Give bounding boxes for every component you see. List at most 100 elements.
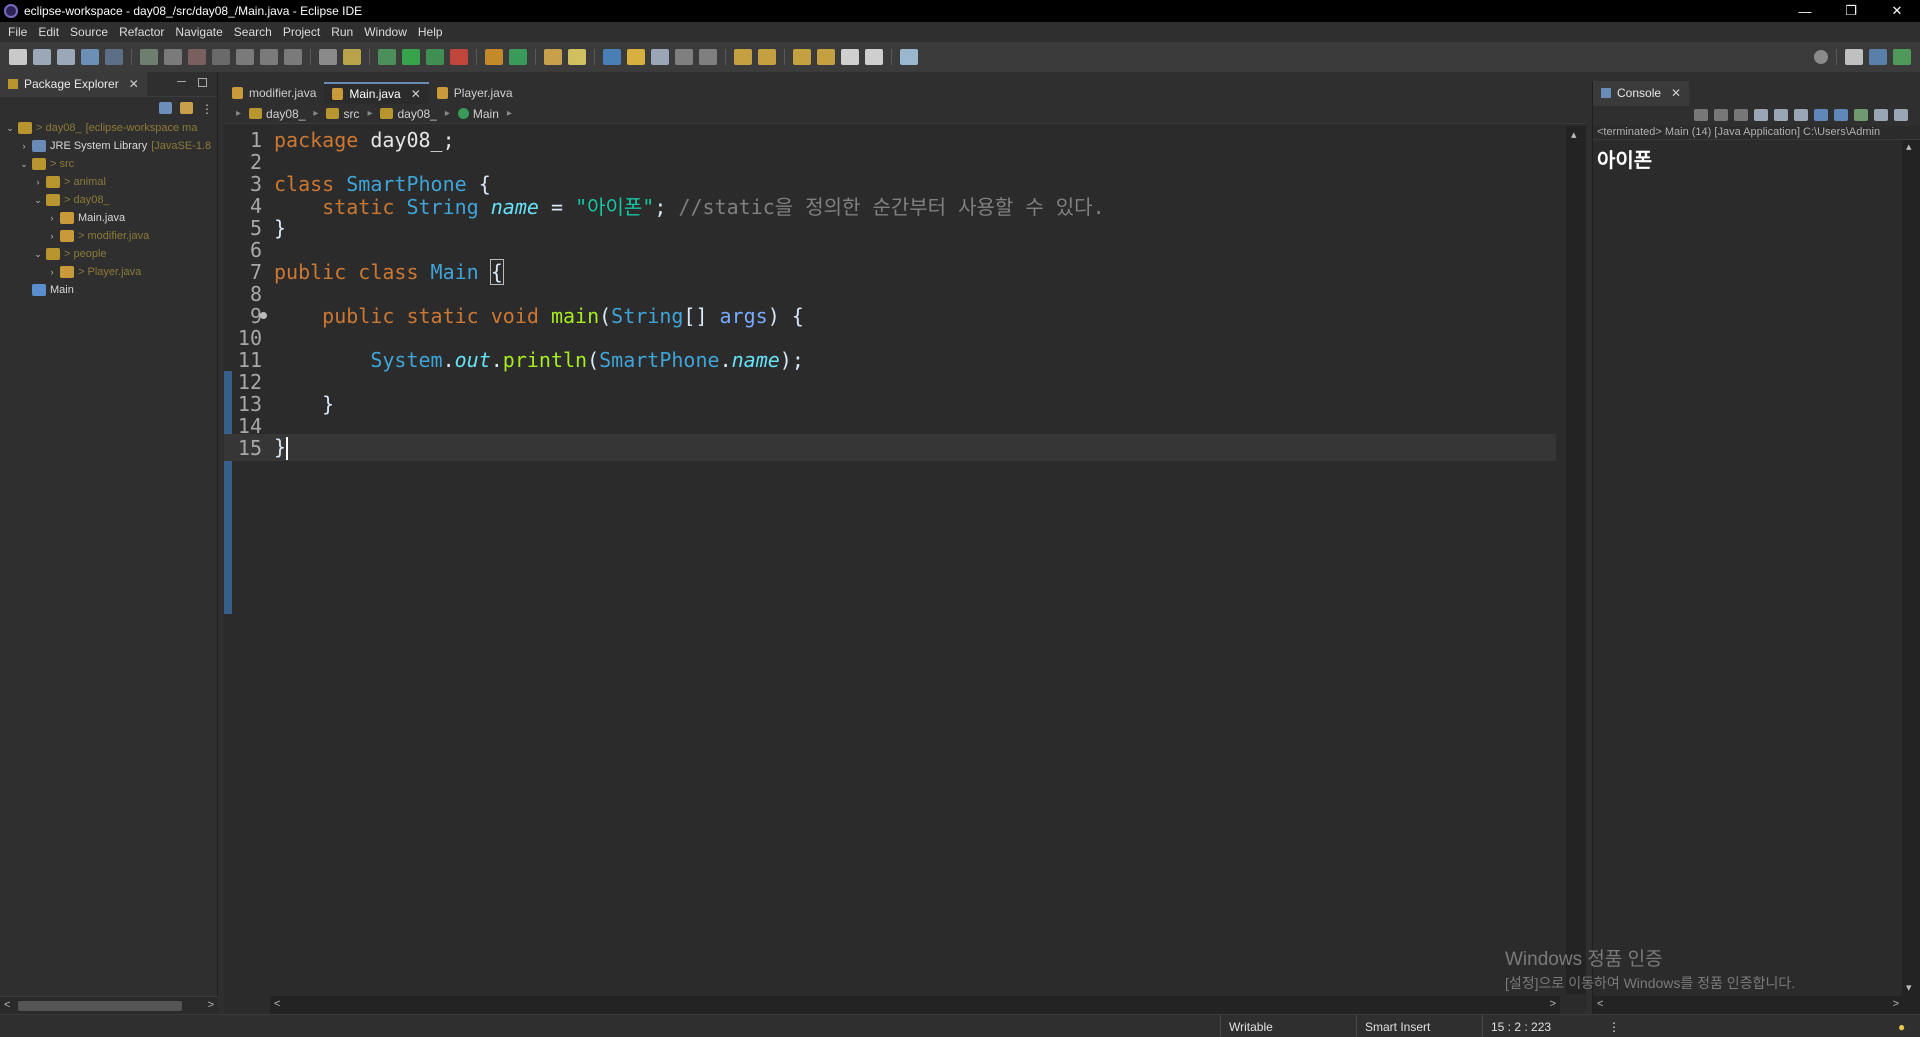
tree-item[interactable]: ⌄ > people	[0, 245, 217, 263]
new-icon[interactable]	[9, 49, 27, 65]
scroll-up-icon[interactable]: ▴	[1906, 140, 1912, 153]
tree-item[interactable]: Main	[0, 281, 217, 299]
last-edit-location-icon[interactable]	[793, 49, 811, 65]
package-explorer-hscrollbar[interactable]: < >	[0, 996, 218, 1014]
breadcrumb-class[interactable]: Main	[457, 107, 499, 121]
open-console-dropdown-icon[interactable]	[1894, 109, 1908, 121]
use-step-filters-icon[interactable]	[343, 49, 361, 65]
menu-help[interactable]: Help	[416, 25, 452, 39]
pin-editor-icon[interactable]	[900, 49, 918, 65]
status-menu-icon[interactable]: ⋮	[1600, 1015, 1620, 1037]
link-with-editor-icon[interactable]	[180, 102, 193, 114]
menu-window[interactable]: Window	[362, 25, 416, 39]
collapse-all-icon[interactable]	[159, 102, 172, 114]
expand-chevron-icon[interactable]: ⌄	[32, 249, 44, 260]
tab-player-java[interactable]: Player.java	[429, 82, 521, 104]
tree-item[interactable]: › > animal	[0, 173, 217, 191]
expand-chevron-icon[interactable]: ⌄	[4, 123, 16, 134]
debug-perspective-icon[interactable]	[1893, 49, 1911, 65]
tab-main-java[interactable]: Main.java ✕	[324, 82, 429, 104]
scroll-lock-icon[interactable]	[1774, 109, 1788, 121]
close-icon[interactable]: ✕	[411, 87, 421, 101]
step-return-icon[interactable]	[284, 49, 302, 65]
close-icon[interactable]: ✕	[129, 77, 139, 91]
new-class-icon[interactable]	[509, 49, 527, 65]
pin-console-icon[interactable]	[1854, 109, 1868, 121]
scroll-left-icon[interactable]: <	[4, 999, 10, 1011]
editor-vscrollbar[interactable]: ▴	[1566, 126, 1586, 994]
terminate-icon[interactable]	[188, 49, 206, 65]
menu-run[interactable]: Run	[329, 25, 362, 39]
tree-item[interactable]: ⌄ > src	[0, 155, 217, 173]
toggle-highlight-icon[interactable]	[627, 49, 645, 65]
menu-source[interactable]: Source	[68, 25, 117, 39]
breadcrumb-src[interactable]: src	[326, 107, 359, 121]
minimize-icon[interactable]	[177, 81, 186, 83]
code-line-current[interactable]: 15 }	[224, 434, 1556, 461]
menu-navigate[interactable]: Navigate	[173, 25, 231, 39]
toggle-mark-occurrences-icon[interactable]	[603, 49, 621, 65]
close-button[interactable]: ✕	[1874, 0, 1920, 22]
drop-to-frame-icon[interactable]	[319, 49, 337, 65]
status-insert-mode[interactable]: Smart Insert	[1356, 1015, 1482, 1037]
menu-search[interactable]: Search	[232, 25, 281, 39]
collapse-chevron-icon[interactable]: ›	[46, 213, 58, 223]
editor-hscrollbar[interactable]: < >	[270, 996, 1560, 1014]
menu-project[interactable]: Project	[281, 25, 329, 39]
collapse-chevron-icon[interactable]: ›	[46, 267, 58, 277]
step-into-icon[interactable]	[236, 49, 254, 65]
previous-annotation-icon[interactable]	[758, 49, 776, 65]
expand-chevron-icon[interactable]: ⌄	[18, 159, 30, 170]
run-icon[interactable]	[402, 49, 420, 65]
resume-icon[interactable]	[140, 49, 158, 65]
search-icon[interactable]	[1814, 50, 1828, 64]
word-wrap-icon[interactable]	[1794, 109, 1808, 121]
scroll-thumb[interactable]	[18, 1001, 182, 1011]
show-console-on-output-icon[interactable]	[1814, 109, 1828, 121]
back-to-icon[interactable]	[817, 49, 835, 65]
close-icon[interactable]: ✕	[1671, 86, 1681, 100]
terminate-icon[interactable]	[1694, 109, 1708, 121]
debug-icon[interactable]	[378, 49, 396, 65]
next-annotation-icon[interactable]	[734, 49, 752, 65]
remove-all-terminated-icon[interactable]	[1734, 109, 1748, 121]
tree-item[interactable]: ⌄ > day08_	[0, 191, 217, 209]
menu-file[interactable]: File	[6, 25, 36, 39]
java-perspective-icon[interactable]	[1869, 49, 1887, 65]
minimize-button[interactable]: —	[1782, 0, 1828, 22]
scroll-left-icon[interactable]: <	[1597, 998, 1603, 1010]
breadcrumb-project[interactable]: day08_	[249, 107, 305, 121]
restore-button[interactable]: ❐	[1828, 0, 1874, 22]
coverage-icon[interactable]	[426, 49, 444, 65]
back-arrow-icon[interactable]	[841, 49, 859, 65]
maximize-icon[interactable]	[198, 78, 207, 87]
tree-item[interactable]: › JRE System Library [JavaSE-1.8	[0, 137, 217, 155]
menu-edit[interactable]: Edit	[36, 25, 68, 39]
open-perspective-icon[interactable]	[1845, 49, 1863, 65]
console-output[interactable]: 아이폰	[1593, 140, 1920, 173]
new-java-project-icon[interactable]	[485, 49, 503, 65]
collapse-chevron-icon[interactable]: ›	[46, 231, 58, 241]
scroll-left-icon[interactable]: <	[274, 998, 280, 1010]
console-vscrollbar[interactable]: ▴ ▾	[1902, 140, 1920, 996]
console-hscrollbar[interactable]: < >	[1593, 996, 1920, 1014]
breadcrumb-package[interactable]: day08_	[380, 107, 437, 121]
save-all-icon[interactable]	[57, 49, 75, 65]
collapse-chevron-icon[interactable]: ›	[32, 177, 44, 187]
display-selected-console-icon[interactable]	[1874, 109, 1888, 121]
tab-console[interactable]: Console ✕	[1593, 80, 1690, 106]
show-console-on-error-icon[interactable]	[1834, 109, 1848, 121]
show-whitespace-icon[interactable]	[699, 49, 717, 65]
scroll-right-icon[interactable]: >	[1893, 998, 1899, 1010]
clear-console-icon[interactable]	[1754, 109, 1768, 121]
save-icon[interactable]	[33, 49, 51, 65]
tree-item[interactable]: › > modifier.java	[0, 227, 217, 245]
code-editor[interactable]: 1 package day08_; 2 3 class SmartPhone {…	[224, 126, 1556, 994]
suspend-icon[interactable]	[164, 49, 182, 65]
tree-item[interactable]: › > Player.java	[0, 263, 217, 281]
view-menu-icon[interactable]: ⋮	[201, 102, 213, 116]
skip-breakpoints-icon[interactable]	[105, 49, 123, 65]
tab-modifier-java[interactable]: modifier.java	[224, 82, 324, 104]
expand-chevron-icon[interactable]: ⌄	[32, 195, 44, 206]
forward-arrow-icon[interactable]	[865, 49, 883, 65]
